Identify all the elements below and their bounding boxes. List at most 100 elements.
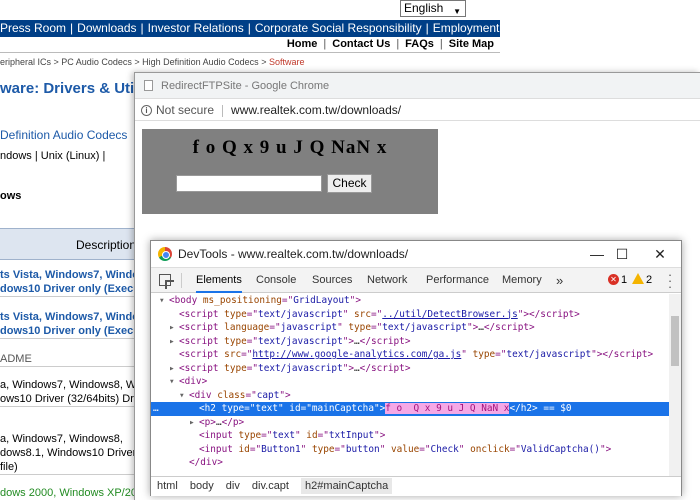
tab-network[interactable]: Network	[367, 268, 407, 293]
expand-down-icon[interactable]: ▾	[179, 389, 185, 403]
row-line: a, Windows7, Windows8,	[0, 433, 123, 445]
dom-node-markup: <script type="text/javascript">…</script…	[179, 362, 411, 374]
dom-node-markup: <div class="capt">	[189, 389, 291, 401]
dom-node-markup: <script language="javascript" type="text…	[179, 322, 535, 333]
crumb-software: Software	[268, 57, 305, 67]
expand-right-icon[interactable]: ▸	[189, 416, 195, 430]
table-row[interactable]: a, Windows7, Windows8, dows8.1, Windows1…	[0, 432, 136, 475]
check-button[interactable]: Check	[327, 174, 372, 193]
tab-console[interactable]: Console	[256, 268, 296, 293]
expand-right-icon[interactable]: ▸	[169, 335, 175, 349]
tab-sources[interactable]: Sources	[312, 268, 352, 293]
error-icon[interactable]: ✕	[608, 274, 619, 285]
dom-node-selected[interactable]: … <h2 type="text" id="mainCaptcha">f o Q …	[151, 402, 669, 416]
row-line: a, Windows7, Windows8, Wind	[0, 379, 136, 391]
elements-tree[interactable]: ▾ <body ms_positioning="GridLayout"> <scri…	[151, 294, 669, 476]
nav-csr[interactable]: Corporate Social Responsibility	[255, 21, 422, 35]
os-filter[interactable]: ndows | Unix (Linux) |	[0, 150, 105, 162]
info-icon[interactable]: i	[141, 105, 152, 117]
row-line: dows 2000, Windows XP/2003	[0, 487, 136, 499]
nav-press-room[interactable]: Press Room	[0, 21, 66, 35]
tab-performance[interactable]: Performance	[426, 268, 489, 293]
dom-node[interactable]: ▾ <body ms_positioning="GridLayout">	[151, 294, 669, 308]
crumb-peripheral[interactable]: eripheral ICs	[0, 57, 51, 67]
more-tabs-button[interactable]: »	[556, 268, 563, 293]
popup-url[interactable]: www.realtek.com.tw/downloads/	[231, 103, 401, 117]
expand-right-icon[interactable]: ▸	[169, 362, 175, 376]
inspect-element-icon[interactable]	[159, 274, 171, 286]
language-value: English	[404, 1, 444, 15]
popup-titlebar[interactable]: RedirectFTPSite - Google Chrome	[135, 73, 700, 99]
dom-breadcrumb: html body div div.capt h2#mainCaptcha	[151, 476, 681, 496]
dom-node-markup: <script type="text/javascript" src="../u…	[179, 308, 580, 320]
dom-crumb-div[interactable]: div	[226, 480, 240, 492]
nav-employment[interactable]: Employment	[433, 21, 500, 35]
chevron-down-icon: ▼	[453, 7, 461, 16]
tab-elements[interactable]: Elements	[196, 268, 242, 293]
dom-node[interactable]: <script src="http://www.google-analytics…	[151, 348, 669, 362]
table-row[interactable]: dows 2000, Windows XP/2003	[0, 486, 136, 500]
dom-node[interactable]: </div>	[151, 456, 669, 470]
dom-node[interactable]: ▸ <script type="text/javascript">…</scrip…	[151, 335, 669, 349]
dom-node[interactable]: ▸ <script language="javascript" type="tex…	[151, 321, 669, 335]
crumb-pc-audio[interactable]: PC Audio Codecs	[61, 57, 132, 67]
breadcrumb: eripheral ICs > PC Audio Codecs > High D…	[0, 57, 305, 67]
table-row[interactable]: ts Vista, Windows7, Window dows10 Driver…	[0, 310, 136, 339]
captcha-text: f o Q x 9 u J Q NaN x	[192, 137, 388, 158]
table-row[interactable]: ADME	[0, 352, 136, 367]
error-count[interactable]: 1	[621, 268, 627, 293]
subnav-site-map[interactable]: Site Map	[443, 38, 500, 50]
language-select[interactable]: English ▼	[400, 0, 466, 17]
close-icon[interactable]: ✕	[640, 241, 680, 267]
nav-investor-relations[interactable]: Investor Relations	[148, 21, 244, 35]
warning-icon[interactable]	[632, 273, 644, 284]
elements-scrollbar[interactable]	[669, 294, 681, 476]
devtools-title: DevTools - www.realtek.com.tw/downloads/	[178, 247, 409, 261]
dom-node-markup: <div>	[179, 376, 208, 387]
subnav-home[interactable]: Home	[281, 38, 324, 50]
dom-crumb-h2[interactable]: h2#mainCaptcha	[301, 478, 393, 494]
dom-node-markup: <script type="text/javascript">…</script…	[179, 335, 411, 347]
crumb-hd-audio[interactable]: High Definition Audio Codecs	[142, 57, 259, 67]
dom-node-markup: <h2 type="text" id="mainCaptcha">f o Q x…	[199, 403, 572, 414]
dom-crumb-html[interactable]: html	[157, 480, 178, 492]
section-title: Definition Audio Codecs	[0, 128, 128, 142]
tab-memory[interactable]: Memory	[502, 268, 542, 293]
dom-node-markup: <body ms_positioning="GridLayout">	[169, 295, 361, 306]
popup-title: RedirectFTPSite - Google Chrome	[161, 80, 330, 92]
dom-node[interactable]: ▸ <p>…</p>	[151, 416, 669, 430]
scrollbar-thumb[interactable]	[671, 316, 679, 366]
row-line: file)	[0, 461, 18, 473]
nav-downloads[interactable]: Downloads	[77, 21, 136, 35]
row-line: dows10 Driver only (Execut	[0, 325, 136, 337]
dom-crumb-body[interactable]: body	[190, 480, 214, 492]
page-icon	[144, 80, 153, 91]
expand-right-icon[interactable]: ▸	[169, 321, 175, 335]
dom-node[interactable]: ▾ <div class="capt">	[151, 389, 669, 403]
row-line: ows10 Driver (32/64bits) Driv	[0, 393, 136, 405]
dom-node-markup: <script src="http://www.google-analytics…	[179, 349, 654, 360]
dom-node[interactable]: <input id="Button1" type="button" value=…	[151, 443, 669, 457]
dom-crumb-div-capt[interactable]: div.capt	[252, 480, 289, 492]
captcha-input[interactable]	[176, 175, 322, 192]
popup-address-bar[interactable]: i Not secure www.realtek.com.tw/downloads/	[135, 99, 700, 121]
more-options-icon[interactable]: · · ·	[665, 268, 675, 293]
node-menu-icon[interactable]: …	[153, 402, 159, 416]
table-row[interactable]: a, Windows7, Windows8, Wind ows10 Driver…	[0, 378, 136, 407]
devtools-titlebar[interactable]: DevTools - www.realtek.com.tw/downloads/…	[151, 241, 681, 267]
dom-node[interactable]: ▾ <div>	[151, 375, 669, 389]
table-row[interactable]: ts Vista, Windows7, Window dows10 Driver…	[0, 268, 136, 297]
dom-node[interactable]: <input type="text" id="txtInput">	[151, 429, 669, 443]
maximize-icon[interactable]: ☐	[602, 241, 642, 267]
subnav-contact-us[interactable]: Contact Us	[326, 38, 396, 50]
expand-down-icon[interactable]: ▾	[169, 375, 175, 389]
dom-node[interactable]: <script type="text/javascript" src="../u…	[151, 308, 669, 322]
security-label: Not secure	[156, 103, 215, 117]
subnav-faqs[interactable]: FAQs	[399, 38, 440, 50]
row-line: ADME	[0, 353, 32, 365]
os-heading: ows	[0, 190, 22, 202]
dom-node-markup: <input type="text" id="txtInput">	[199, 430, 386, 441]
warning-count[interactable]: 2	[646, 268, 652, 293]
expand-down-icon[interactable]: ▾	[159, 294, 165, 308]
dom-node[interactable]: ▸ <script type="text/javascript">…</scrip…	[151, 362, 669, 376]
